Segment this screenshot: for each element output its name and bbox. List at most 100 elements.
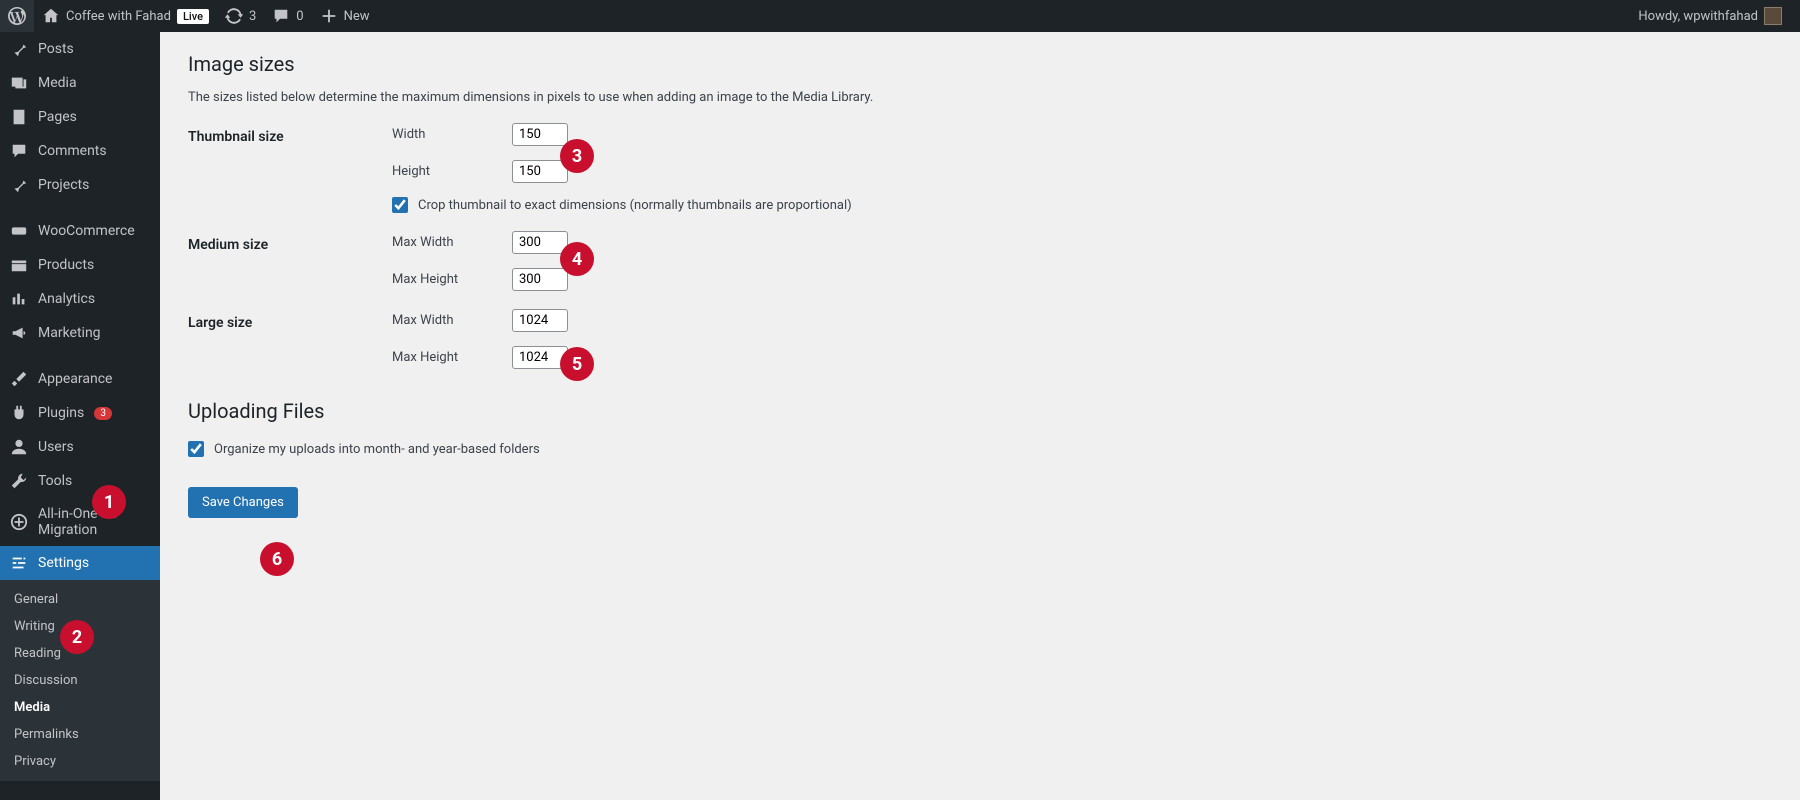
howdy-text: Howdy, wpwithfahad (1638, 9, 1758, 24)
sidebar-item-label: Posts (38, 41, 74, 57)
analytics-icon (10, 290, 28, 308)
sidebar-item-media[interactable]: Media (0, 66, 160, 100)
comment-icon (272, 7, 290, 25)
sidebar-item-label: WooCommerce (38, 223, 135, 239)
large-title: Large size (188, 309, 368, 331)
sidebar-item-comments[interactable]: Comments (0, 134, 160, 168)
sidebar-item-label: Media (38, 75, 77, 91)
products-icon (10, 256, 28, 274)
sidebar-item-aiwpm[interactable]: All-in-One WP Migration (0, 498, 160, 546)
medium-row: Medium size Max Width Max Height (188, 231, 1772, 291)
submenu-media[interactable]: Media (0, 694, 160, 721)
sidebar-item-label: Comments (38, 143, 107, 159)
sidebar-item-label: All-in-One WP Migration (38, 506, 150, 538)
organize-label: Organize my uploads into month- and year… (214, 442, 540, 457)
woo-icon (10, 222, 28, 240)
sidebar-item-projects[interactable]: Projects (0, 168, 160, 202)
plugins-badge: 3 (94, 407, 112, 420)
sidebar-item-appearance[interactable]: Appearance (0, 362, 160, 396)
submenu-permalinks[interactable]: Permalinks (0, 721, 160, 748)
sidebar-item-pages[interactable]: Pages (0, 100, 160, 134)
pages-icon (10, 108, 28, 126)
plugin-icon (10, 404, 28, 422)
heading-image-sizes: Image sizes (188, 52, 1772, 76)
submenu-reading[interactable]: Reading (0, 640, 160, 667)
site-link[interactable]: Coffee with Fahad Live (34, 0, 217, 32)
intro-text: The sizes listed below determine the max… (188, 90, 1772, 105)
sidebar-item-label: Projects (38, 177, 89, 193)
medium-maxw-label: Max Width (392, 235, 492, 250)
plus-icon (320, 7, 338, 25)
sidebar-item-plugins[interactable]: Plugins 3 (0, 396, 160, 430)
media-icon (10, 74, 28, 92)
large-maxh-label: Max Height (392, 350, 492, 365)
large-maxw-input[interactable] (512, 309, 568, 332)
sidebar-item-label: Products (38, 257, 94, 273)
sidebar-item-settings[interactable]: Settings (0, 546, 160, 580)
large-maxh-input[interactable] (512, 346, 568, 369)
sidebar-item-tools[interactable]: Tools (0, 464, 160, 498)
wrench-icon (10, 472, 28, 490)
wp-logo[interactable] (0, 0, 34, 32)
sidebar-item-users[interactable]: Users (0, 430, 160, 464)
sidebar-item-analytics[interactable]: Analytics (0, 282, 160, 316)
thumb-height-input[interactable] (512, 160, 568, 183)
sidebar-item-label: Settings (38, 555, 89, 571)
avatar (1764, 7, 1782, 25)
new-link[interactable]: New (312, 0, 378, 32)
update-icon (225, 7, 243, 25)
sidebar-item-label: Plugins (38, 405, 84, 421)
wordpress-icon (8, 7, 26, 25)
comments-count: 0 (296, 9, 303, 24)
large-maxw-label: Max Width (392, 313, 492, 328)
sidebar-item-label: Marketing (38, 325, 101, 341)
submenu-privacy[interactable]: Privacy (0, 748, 160, 775)
home-icon (42, 7, 60, 25)
sidebar-item-label: Pages (38, 109, 77, 125)
pin-icon (10, 176, 28, 194)
comments-link[interactable]: 0 (264, 0, 311, 32)
medium-title: Medium size (188, 231, 368, 253)
account-link[interactable]: Howdy, wpwithfahad (1630, 0, 1790, 32)
settings-icon (10, 554, 28, 572)
sidebar-item-label: Appearance (38, 371, 112, 387)
sidebar-item-products[interactable]: Products (0, 248, 160, 282)
medium-maxh-input[interactable] (512, 268, 568, 291)
thumb-width-input[interactable] (512, 123, 568, 146)
sidebar-item-label: Tools (38, 473, 72, 489)
site-name: Coffee with Fahad (66, 9, 171, 24)
thumbnail-row: Thumbnail size Width Height Crop thumbna… (188, 123, 1772, 213)
thumb-height-label: Height (392, 164, 492, 179)
main-content: Image sizes The sizes listed below deter… (160, 32, 1800, 800)
brush-icon (10, 370, 28, 388)
sidebar-item-label: Users (38, 439, 74, 455)
sidebar-item-woocommerce[interactable]: WooCommerce (0, 214, 160, 248)
submenu-discussion[interactable]: Discussion (0, 667, 160, 694)
live-badge: Live (177, 9, 209, 24)
large-row: Large size Max Width Max Height (188, 309, 1772, 369)
updates-link[interactable]: 3 (217, 0, 264, 32)
thumbnail-title: Thumbnail size (188, 123, 368, 145)
sidebar-item-marketing[interactable]: Marketing (0, 316, 160, 350)
submenu-general[interactable]: General (0, 586, 160, 613)
sidebar-item-label: Analytics (38, 291, 95, 307)
updates-count: 3 (249, 9, 256, 24)
save-button[interactable]: Save Changes (188, 487, 298, 518)
medium-maxw-input[interactable] (512, 231, 568, 254)
admin-topbar: Coffee with Fahad Live 3 0 New Howdy, wp… (0, 0, 1800, 32)
submenu-writing[interactable]: Writing (0, 613, 160, 640)
admin-sidebar: Posts Media Pages Comments Projects WooC… (0, 32, 160, 800)
crop-checkbox[interactable] (392, 197, 408, 213)
comment-icon (10, 142, 28, 160)
heading-uploading: Uploading Files (188, 399, 1772, 423)
megaphone-icon (10, 324, 28, 342)
migration-icon (10, 513, 28, 531)
pin-icon (10, 40, 28, 58)
settings-submenu: General Writing Reading Discussion Media… (0, 580, 160, 781)
crop-label: Crop thumbnail to exact dimensions (norm… (418, 198, 852, 213)
organize-checkbox[interactable] (188, 441, 204, 457)
sidebar-item-posts[interactable]: Posts (0, 32, 160, 66)
callout-6: 6 (260, 542, 294, 576)
new-label: New (344, 9, 370, 24)
medium-maxh-label: Max Height (392, 272, 492, 287)
